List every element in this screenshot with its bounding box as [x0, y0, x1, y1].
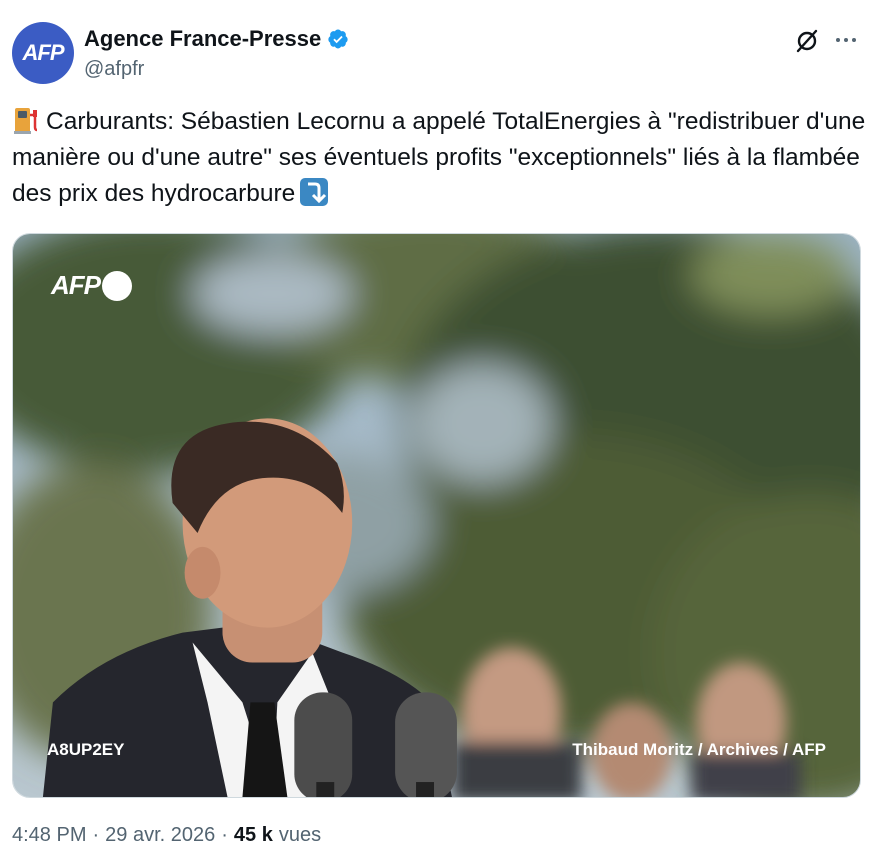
- photo-image: [13, 234, 860, 797]
- author-display-name[interactable]: Agence France-Presse: [84, 26, 321, 52]
- tweet-meta: 4:48 PM · 29 avr. 2026 · 45 k vues: [12, 824, 321, 847]
- tweet-time[interactable]: 4:48 PM: [12, 824, 86, 847]
- tweet-body: Carburants: Sébastien Lecornu a appelé T…: [12, 104, 868, 212]
- meta-separator: ·: [92, 824, 100, 846]
- tweet-text: Carburants: Sébastien Lecornu a appelé T…: [12, 108, 866, 207]
- avatar-text: AFP: [22, 40, 65, 65]
- views-label: vues: [278, 824, 322, 846]
- author-name-row: Agence France-Presse: [84, 26, 349, 52]
- grok-icon[interactable]: [794, 28, 820, 54]
- tweet-date[interactable]: 29 avr. 2026: [105, 824, 215, 847]
- more-options-icon[interactable]: [832, 26, 860, 54]
- afp-watermark-dot: [102, 270, 132, 301]
- afp-watermark-logo: AFP: [51, 270, 132, 301]
- verified-badge-icon: [328, 29, 348, 49]
- views-count: 45 k: [233, 824, 273, 846]
- tweet-header: AFP Agence France-Presse @afpfr: [12, 22, 864, 86]
- fuel-pump-icon: [14, 108, 38, 134]
- arrow-down-right-icon: [300, 178, 329, 206]
- afp-watermark-text: AFP: [51, 270, 101, 300]
- photo-credit: Thibaud Moritz / Archives / AFP: [572, 740, 826, 759]
- avatar[interactable]: AFP: [12, 22, 74, 84]
- meta-separator-2: ·: [221, 824, 228, 846]
- photo-id: A8UP2EY: [47, 740, 125, 759]
- author-handle[interactable]: @afpfr: [84, 58, 144, 81]
- tweet-photo[interactable]: AFP A8UP2EY Thibaud Moritz / Archives / …: [12, 233, 861, 798]
